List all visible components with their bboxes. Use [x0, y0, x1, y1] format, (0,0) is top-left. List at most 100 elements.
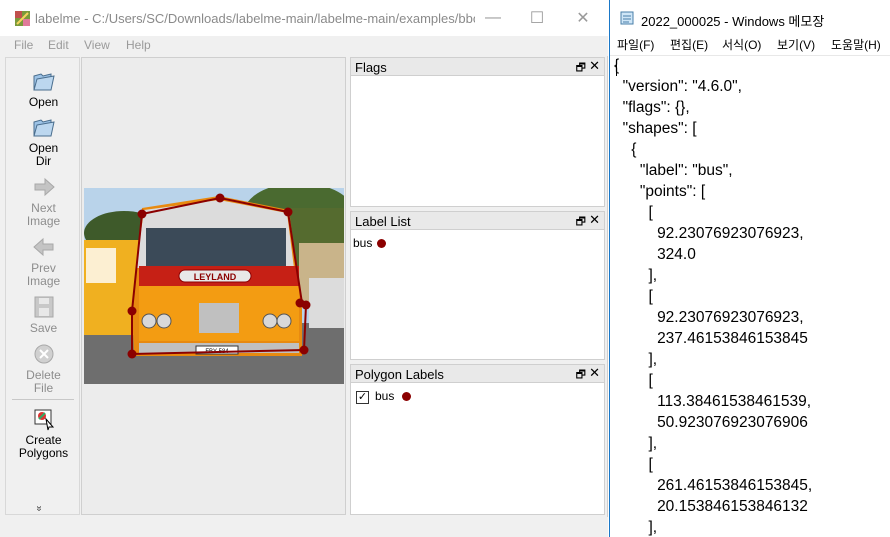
toolbar-divider — [12, 399, 74, 400]
title-bar[interactable]: labelme - C:/Users/SC/Downloads/labelme-… — [0, 0, 608, 36]
json-line: 92.23076923076923, — [614, 309, 804, 326]
json-line: [ — [614, 204, 653, 221]
title-bar[interactable]: 2022_000025 - Windows 메모장 — [610, 0, 890, 32]
label-list-dock: Label List 🗗 ✕ bus — [350, 211, 605, 360]
folder-open-icon — [32, 119, 55, 137]
dock-header: Label List 🗗 ✕ — [351, 212, 604, 230]
menu-bar: 파일(F) 편집(E) 서식(O) 보기(V) 도움말(H) — [610, 34, 890, 54]
menu-edit[interactable]: 편집(E) — [670, 36, 708, 53]
save-button[interactable]: Save — [6, 295, 81, 335]
json-line: 20.153846153846132 — [614, 498, 808, 515]
float-icon[interactable]: 🗗 — [576, 366, 586, 385]
json-line: ], — [614, 267, 658, 284]
menu-view[interactable]: View — [84, 38, 110, 52]
json-line: ], — [614, 519, 658, 536]
maximize-button[interactable]: ☐ — [514, 0, 560, 36]
json-line: "flags": {}, — [614, 99, 690, 116]
create-polygon-icon — [34, 409, 54, 431]
create-polygons-button[interactable]: Create Polygons — [6, 407, 81, 460]
tool-label: Delete — [26, 368, 61, 382]
notepad-window: 2022_000025 - Windows 메모장 파일(F) 편집(E) 서식… — [609, 0, 890, 537]
window-title: 2022_000025 - Windows 메모장 — [641, 14, 825, 29]
json-line: 237.46153846153845 — [614, 330, 808, 347]
json-line: ], — [614, 435, 658, 452]
notepad-icon — [620, 11, 634, 25]
menu-help[interactable]: 도움말(H) — [831, 36, 881, 53]
folder-open-icon — [32, 73, 55, 91]
json-line: 92.23076923076923, — [614, 225, 804, 242]
dock-title: Label List — [355, 214, 411, 229]
tool-label: Save — [29, 321, 58, 335]
visibility-checkbox[interactable]: ✓ — [356, 391, 369, 404]
status-bar — [0, 517, 608, 537]
text-editor[interactable]: { "version": "4.6.0", "flags": {}, "shap… — [613, 56, 890, 537]
minimize-button[interactable]: — — [470, 0, 516, 36]
label-text: bus — [375, 389, 395, 403]
annotated-image[interactable]: LEYLAND FBY 584 — [84, 188, 344, 384]
json-line: "label": "bus", — [614, 162, 733, 179]
json-line: "shapes": [ — [614, 120, 697, 137]
label-text: bus — [353, 236, 373, 250]
dock-header: Polygon Labels 🗗 ✕ — [351, 365, 604, 383]
toolbar-overflow-icon[interactable]: » — [33, 506, 44, 512]
menu-view[interactable]: 보기(V) — [777, 36, 815, 53]
close-button[interactable]: ✕ — [560, 0, 606, 36]
list-item[interactable]: bus — [351, 236, 604, 252]
dock-title: Polygon Labels — [355, 367, 444, 382]
tool-label-2: Dir — [35, 154, 52, 168]
window-title: labelme - C:/Users/SC/Downloads/labelme-… — [35, 11, 475, 26]
close-icon[interactable]: ✕ — [589, 58, 600, 74]
label-color-dot — [377, 239, 386, 248]
delete-file-button[interactable]: Delete File — [6, 342, 81, 395]
next-image-button[interactable]: Next Image — [6, 175, 81, 228]
menu-format[interactable]: 서식(O) — [722, 36, 761, 53]
json-line: ], — [614, 351, 658, 368]
open-dir-button[interactable]: Open Dir — [6, 115, 81, 168]
float-icon[interactable]: 🗗 — [576, 213, 586, 232]
tool-label: Open — [28, 95, 59, 109]
menu-help[interactable]: Help — [126, 38, 151, 52]
tool-label-2: Polygons — [18, 446, 69, 460]
tool-label: Create — [25, 433, 62, 447]
prev-image-button[interactable]: Prev Image — [6, 235, 81, 288]
tool-label-2: Image — [26, 214, 61, 228]
tool-label: Open — [28, 141, 59, 155]
json-line: { — [614, 57, 620, 74]
json-line: 324.0 — [614, 246, 696, 263]
json-line: { — [614, 141, 637, 158]
tool-bar: Open Open Dir Next Image Prev Image Save… — [5, 57, 80, 515]
dock-title: Flags — [355, 60, 387, 75]
menu-edit[interactable]: Edit — [48, 38, 69, 52]
menu-file[interactable]: File — [14, 38, 33, 52]
json-line: 113.38461538461539, — [614, 393, 812, 410]
polygon-labels-dock: Polygon Labels 🗗 ✕ ✓ bus — [350, 364, 605, 515]
close-icon[interactable]: ✕ — [589, 212, 600, 228]
bus-brand-text: LEYLAND — [194, 272, 237, 282]
delete-icon — [34, 344, 53, 364]
list-item[interactable]: ✓ bus — [351, 389, 604, 405]
json-line: [ — [614, 288, 653, 305]
float-icon[interactable]: 🗗 — [576, 59, 586, 78]
save-icon — [34, 296, 53, 318]
arrow-left-icon — [32, 237, 53, 257]
arrow-right-icon — [34, 177, 55, 197]
tool-label-2: Image — [26, 274, 61, 288]
tool-label-2: File — [33, 381, 54, 395]
menu-bar: File Edit View Help — [0, 36, 608, 56]
menu-file[interactable]: 파일(F) — [617, 36, 654, 53]
json-line: 50.923076923076906 — [614, 414, 808, 431]
close-icon[interactable]: ✕ — [589, 365, 600, 381]
image-canvas[interactable]: LEYLAND FBY 584 — [81, 57, 346, 515]
json-line: [ — [614, 456, 653, 473]
tool-label: Prev — [31, 261, 56, 275]
labelme-app-icon — [15, 11, 30, 26]
json-line: 261.46153846153845, — [614, 477, 813, 494]
labelme-window: labelme - C:/Users/SC/Downloads/labelme-… — [0, 0, 608, 537]
dock-header: Flags 🗗 ✕ — [351, 58, 604, 76]
json-line: [ — [614, 372, 653, 389]
json-line: "version": "4.6.0", — [614, 78, 742, 95]
flags-dock: Flags 🗗 ✕ — [350, 57, 605, 207]
label-color-dot — [402, 392, 411, 401]
open-button[interactable]: Open — [6, 69, 81, 109]
json-line: "points": [ — [614, 183, 706, 200]
